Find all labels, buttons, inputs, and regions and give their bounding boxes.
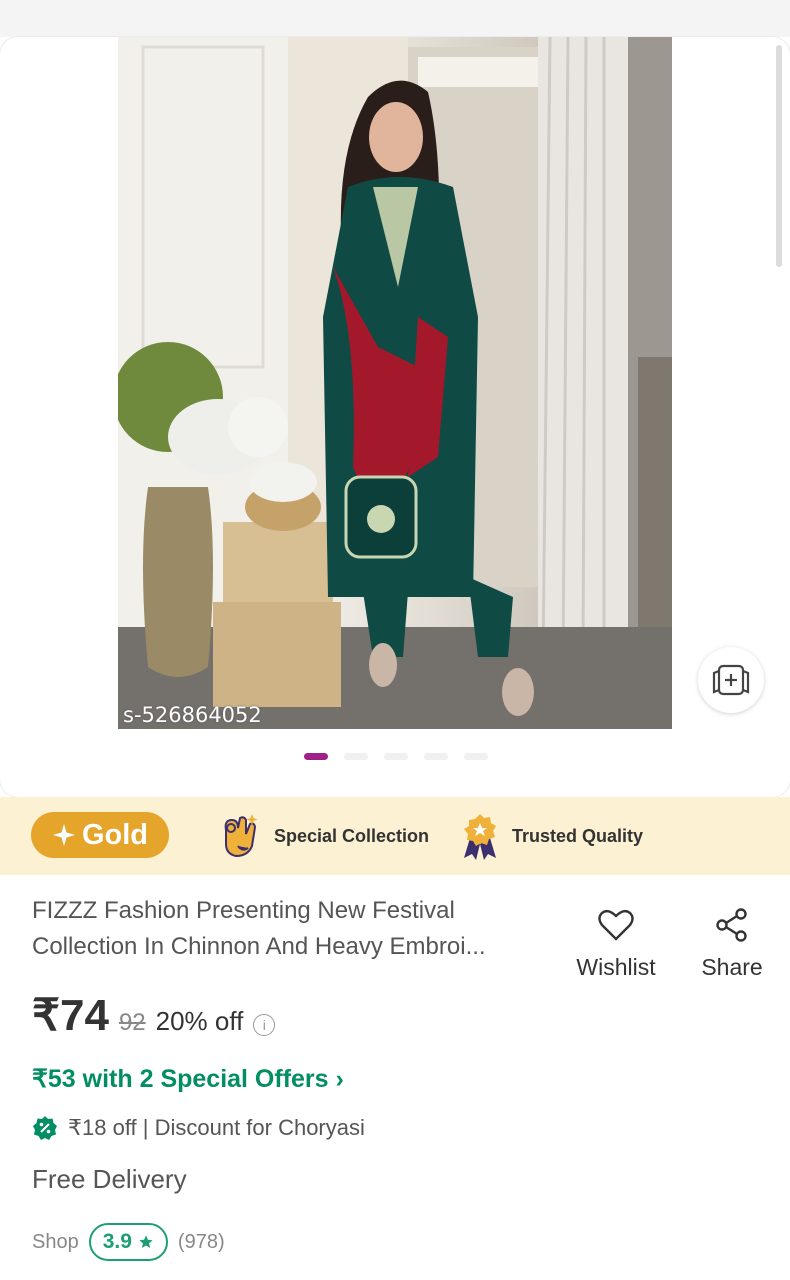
special-offers-link[interactable]: ₹53 with 2 Special Offers › (32, 1064, 344, 1094)
share-button[interactable]: Share (684, 908, 780, 981)
price-row: ₹74 92 20% off i (32, 990, 276, 1040)
feature-label: Special Collection (274, 825, 430, 846)
info-icon[interactable]: i (253, 1014, 276, 1036)
compare-add-button[interactable] (698, 647, 764, 713)
top-bar-strip (0, 0, 790, 37)
special-offers-text: ₹53 with 2 Special Offers (32, 1065, 329, 1093)
heart-icon (598, 909, 634, 941)
rating-badge[interactable]: 3.9 (88, 1223, 168, 1261)
compare-add-icon (712, 664, 750, 696)
share-label: Share (701, 954, 763, 980)
carousel-dot[interactable] (424, 753, 448, 760)
product-title-line: FIZZZ Fashion Presenting New Festival (32, 897, 455, 924)
gold-banner: Gold Special Collection Trusted Quality (0, 797, 790, 875)
product-photo[interactable]: s-526864052 (118, 37, 672, 729)
rating-value: 3.9 (102, 1230, 132, 1253)
gold-label: Gold (81, 818, 149, 851)
discount-offer-line: ₹18 off | Discount for Choryasi (32, 1112, 365, 1144)
discount-percent: 20% off (155, 1006, 244, 1036)
gold-badge[interactable]: Gold (31, 812, 169, 858)
product-title[interactable]: FIZZZ Fashion Presenting New Festival Co… (32, 893, 552, 965)
feature-label: Trusted Quality (512, 825, 644, 846)
feature-special-collection: Special Collection (218, 811, 429, 861)
feature-trusted-quality: Trusted Quality (460, 811, 643, 861)
mrp-price: 92 (118, 1009, 146, 1036)
review-count: (978) (177, 1230, 225, 1253)
carousel-dot-active[interactable] (304, 753, 328, 760)
quality-badge-icon (464, 814, 496, 860)
sku-watermark: s-526864052 (123, 703, 262, 727)
sparkle-icon (52, 824, 75, 846)
discount-offer-text: ₹18 off | Discount for Choryasi (68, 1115, 365, 1140)
scroll-indicator (776, 45, 782, 267)
carousel-dot[interactable] (384, 753, 408, 760)
share-icon (716, 908, 747, 942)
product-photo-illustration (118, 37, 672, 729)
star-icon (139, 1235, 153, 1248)
selling-price: ₹74 (32, 991, 109, 1040)
carousel-dots[interactable] (0, 753, 790, 763)
discount-badge-icon (33, 1116, 57, 1140)
shop-rating-row: Shop 3.9 (978) (32, 1222, 225, 1262)
shop-label: Shop (32, 1230, 79, 1253)
carousel-dot[interactable] (344, 753, 368, 760)
product-title-line: Collection In Chinnon And Heavy Embroi..… (32, 933, 486, 960)
free-delivery-label: Free Delivery (32, 1164, 187, 1194)
wishlist-button[interactable]: Wishlist (568, 908, 664, 981)
chevron-right-icon: › (335, 1065, 344, 1093)
product-image-card[interactable]: s-526864052 (0, 37, 790, 797)
ok-hand-icon (224, 814, 258, 858)
wishlist-label: Wishlist (576, 954, 656, 980)
carousel-dot[interactable] (464, 753, 488, 760)
